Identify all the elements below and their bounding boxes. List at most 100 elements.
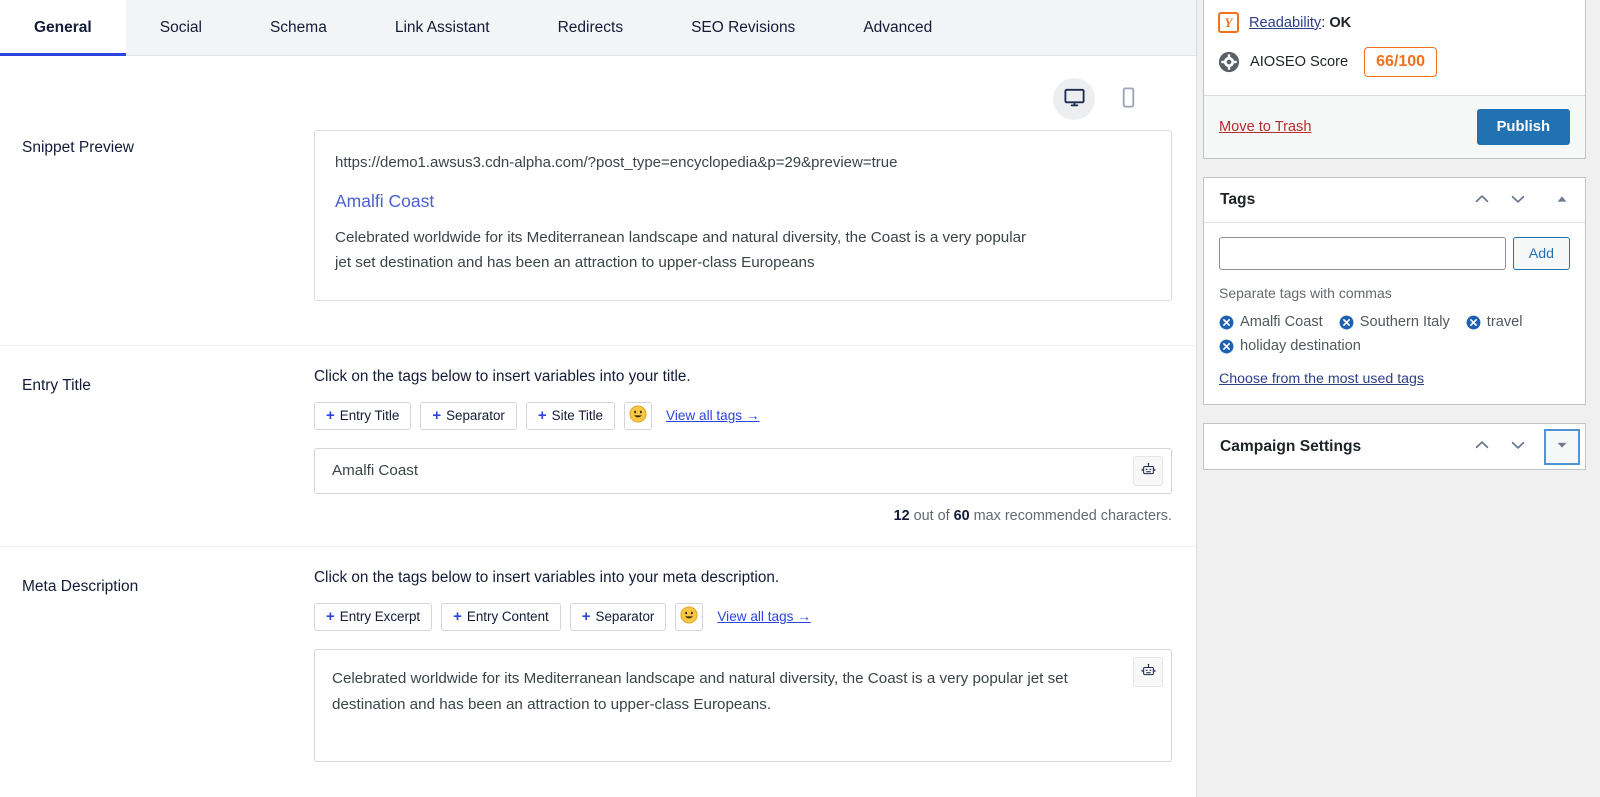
snippet-title[interactable]: Amalfi Coast bbox=[335, 190, 1147, 213]
chevron-down-icon bbox=[1509, 190, 1527, 211]
campaign-expand-button[interactable] bbox=[1545, 429, 1579, 464]
chip-entry-title[interactable]: + Entry Title bbox=[314, 401, 412, 430]
entry-title-view-all-tags-link[interactable]: View all tags → bbox=[666, 408, 759, 423]
robot-ai-icon bbox=[1141, 663, 1156, 681]
entry-title-character-counter: 12 out of 60 max recommended characters. bbox=[314, 508, 1172, 524]
desktop-monitor-icon bbox=[1063, 86, 1086, 112]
tags-panel-title: Tags bbox=[1220, 191, 1256, 208]
circle-x-icon[interactable] bbox=[1339, 315, 1354, 330]
triangle-up-icon bbox=[1555, 192, 1569, 209]
counter-current: 12 bbox=[893, 507, 910, 524]
tags-collapse-button[interactable] bbox=[1545, 183, 1579, 217]
chip-label: Separator bbox=[446, 408, 505, 424]
robot-ai-icon bbox=[1141, 462, 1156, 480]
campaign-settings-header-actions bbox=[1465, 429, 1579, 464]
choose-most-used-tags-link[interactable]: Choose from the most used tags bbox=[1219, 371, 1424, 387]
entry-title-label: Entry Title bbox=[22, 376, 91, 394]
entry-title-instruction: Click on the tags below to insert variab… bbox=[314, 367, 691, 385]
meta-description-textarea[interactable] bbox=[314, 648, 1172, 762]
entry-title-emoji-button[interactable] bbox=[624, 401, 653, 430]
tags-move-up-button[interactable] bbox=[1465, 183, 1499, 217]
tag-label: travel bbox=[1486, 314, 1523, 330]
tag-item: travel bbox=[1466, 314, 1523, 330]
meta-description-chip-row: + Entry Excerpt + Entry Content + Separa… bbox=[314, 602, 1172, 631]
plus-icon: + bbox=[326, 608, 335, 626]
assigned-tag-list: Amalfi Coast Southern Italy travel holid… bbox=[1219, 314, 1570, 354]
mobile-phone-icon bbox=[1117, 86, 1140, 112]
publish-sidebar: Y Readability: OK AIOSEO Score 66/100 Mo… bbox=[1197, 0, 1600, 797]
publish-actions-bar: Move to Trash Publish bbox=[1204, 95, 1585, 158]
tag-label: Southern Italy bbox=[1359, 314, 1450, 330]
plus-icon: + bbox=[581, 608, 591, 626]
snippet-url: https://demo1.awsus3.cdn-alpha.com/?post… bbox=[335, 154, 898, 171]
meta-description-view-all-tags-link[interactable]: View all tags → bbox=[717, 609, 810, 624]
publish-button[interactable]: Publish bbox=[1476, 109, 1570, 145]
tab-advanced[interactable]: Advanced bbox=[829, 0, 966, 55]
entry-title-input[interactable] bbox=[314, 447, 1172, 494]
campaign-move-down-button[interactable] bbox=[1501, 430, 1535, 464]
campaign-settings-panel: Campaign Settings bbox=[1203, 423, 1586, 470]
tab-social[interactable]: Social bbox=[126, 0, 236, 55]
move-to-trash-link[interactable]: Move to Trash bbox=[1219, 119, 1311, 135]
campaign-move-up-button[interactable] bbox=[1465, 430, 1499, 464]
tags-panel: Tags Add Separate tags with commas Amalf… bbox=[1203, 177, 1586, 405]
meta-description-field-wrap bbox=[314, 648, 1172, 767]
plus-icon: + bbox=[326, 407, 335, 425]
snippet-preview-row: Snippet Preview https://demo1.awsus3.cdn… bbox=[0, 122, 1196, 346]
tag-name-input[interactable] bbox=[1219, 237, 1506, 270]
chip-entry-content[interactable]: + Entry Content bbox=[441, 602, 561, 631]
tags-move-down-button[interactable] bbox=[1501, 183, 1535, 217]
circle-x-icon[interactable] bbox=[1219, 339, 1234, 354]
counter-suffix-text: max recommended characters. bbox=[969, 507, 1172, 524]
tab-schema[interactable]: Schema bbox=[236, 0, 361, 55]
meta-description-emoji-button[interactable] bbox=[675, 602, 704, 631]
device-preview-toggle bbox=[0, 56, 1196, 122]
tag-item: Southern Italy bbox=[1339, 314, 1450, 330]
aioseo-score-row: AIOSEO Score 66/100 bbox=[1218, 42, 1571, 81]
tag-add-row: Add bbox=[1219, 237, 1570, 270]
meta-description-row: Meta Description Click on the tags below… bbox=[0, 547, 1196, 789]
readability-link[interactable]: Readability bbox=[1249, 15, 1321, 31]
desktop-preview-button[interactable] bbox=[1053, 78, 1095, 120]
tag-label: holiday destination bbox=[1240, 338, 1361, 354]
chip-label: Site Title bbox=[551, 408, 604, 424]
tab-general[interactable]: General bbox=[0, 0, 126, 56]
entry-title-row: Entry Title Click on the tags below to i… bbox=[0, 346, 1196, 547]
counter-mid-text: out of bbox=[909, 507, 954, 524]
tag-item: Amalfi Coast bbox=[1219, 314, 1323, 330]
chevron-down-icon bbox=[1509, 436, 1527, 457]
tab-seo-revisions[interactable]: SEO Revisions bbox=[657, 0, 829, 55]
circle-x-icon[interactable] bbox=[1219, 315, 1234, 330]
plus-icon: + bbox=[432, 407, 442, 425]
chevron-up-icon bbox=[1473, 436, 1491, 457]
snippet-preview-box: https://demo1.awsus3.cdn-alpha.com/?post… bbox=[314, 130, 1172, 301]
plus-icon: + bbox=[453, 608, 462, 626]
chip-entry-excerpt[interactable]: + Entry Excerpt bbox=[314, 602, 433, 631]
seo-settings-page: General Social Schema Link Assistant Red… bbox=[0, 0, 1600, 797]
chevron-up-icon bbox=[1473, 190, 1491, 211]
seo-scores-section: Y Readability: OK AIOSEO Score 66/100 bbox=[1204, 0, 1585, 95]
entry-title-ai-generate-button[interactable] bbox=[1133, 455, 1163, 486]
circle-x-icon[interactable] bbox=[1466, 315, 1481, 330]
smiley-face-icon bbox=[629, 405, 647, 426]
add-tag-button[interactable]: Add bbox=[1512, 237, 1570, 270]
aioseo-gear-icon bbox=[1218, 51, 1240, 73]
mobile-preview-button[interactable] bbox=[1107, 78, 1149, 120]
tab-redirects[interactable]: Redirects bbox=[524, 0, 657, 55]
meta-description-label: Meta Description bbox=[22, 577, 139, 595]
chip-site-title[interactable]: + Site Title bbox=[525, 401, 616, 430]
aioseo-score-label: AIOSEO Score bbox=[1250, 53, 1349, 70]
triangle-down-icon bbox=[1555, 438, 1569, 455]
snippet-preview-label: Snippet Preview bbox=[22, 139, 135, 156]
readability-score-row: Y Readability: OK bbox=[1218, 3, 1571, 42]
meta-description-ai-generate-button[interactable] bbox=[1133, 656, 1163, 687]
meta-description-instruction: Click on the tags below to insert variab… bbox=[314, 568, 780, 586]
chip-separator[interactable]: + Separator bbox=[569, 602, 667, 631]
chip-label: Entry Title bbox=[339, 408, 400, 424]
counter-max: 60 bbox=[953, 507, 970, 524]
aioseo-score-badge[interactable]: 66/100 bbox=[1364, 46, 1438, 77]
readability-score-text: Readability: OK bbox=[1249, 15, 1351, 31]
entry-title-chip-row: + Entry Title + Separator + Site Title V… bbox=[314, 401, 1172, 430]
chip-separator[interactable]: + Separator bbox=[420, 401, 517, 430]
tab-link-assistant[interactable]: Link Assistant bbox=[361, 0, 524, 55]
